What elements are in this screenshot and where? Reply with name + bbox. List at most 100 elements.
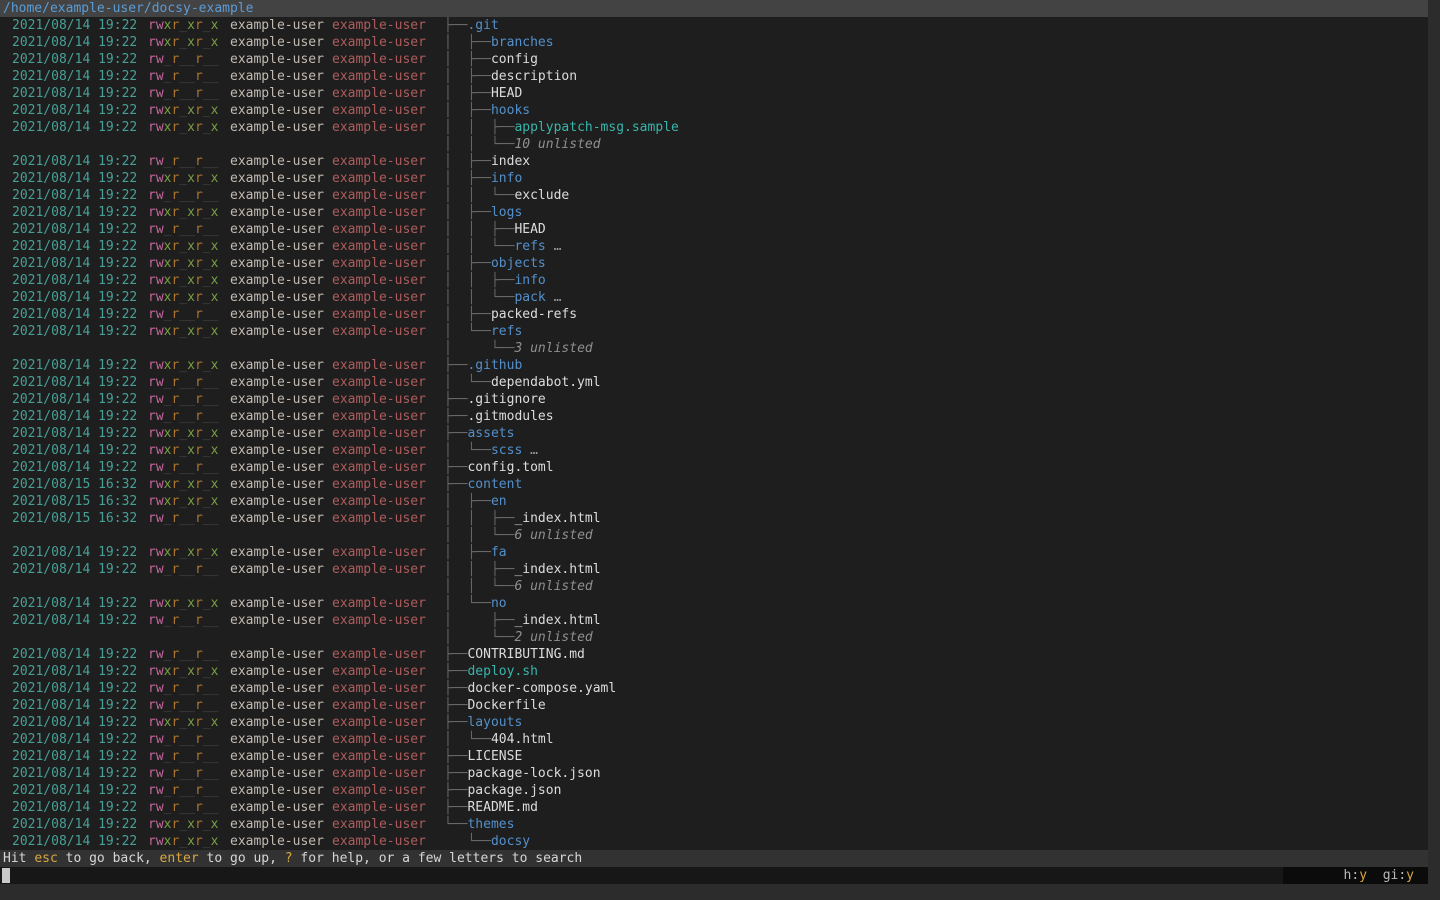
row-modified-datetime: 2021/08/14 19:22 <box>12 289 137 306</box>
tree-row[interactable]: 2021/08/14 19:22rw_r__r__example-userexa… <box>0 799 1428 816</box>
tree-row[interactable]: 2021/08/14 19:22rwxr_xr_xexample-userexa… <box>0 442 1428 459</box>
tree-row[interactable]: 2021/08/14 19:22rw_r__r__example-userexa… <box>0 85 1428 102</box>
tree-cell: ├──.gitmodules <box>444 408 554 425</box>
tree-row[interactable]: 2021/08/14 19:22rwxr_xr_xexample-userexa… <box>0 425 1428 442</box>
tree-row[interactable]: 2021/08/14 19:22rw_r__r__example-userexa… <box>0 68 1428 85</box>
tree-cell: │ │ └──exclude <box>444 187 569 204</box>
tree-row[interactable]: 2021/08/14 19:22rwxr_xr_xexample-userexa… <box>0 595 1428 612</box>
row-permissions: rwxr_xr_x <box>148 425 218 442</box>
tree-branch-lines: │ │ └── <box>444 528 514 543</box>
tree-row[interactable]: 2021/08/15 16:32rw_r__r__example-userexa… <box>0 510 1428 527</box>
tree-row[interactable]: 2021/08/14 19:22rwxr_xr_xexample-userexa… <box>0 289 1428 306</box>
row-permissions: rwxr_xr_x <box>148 102 218 119</box>
broot-terminal-app: /home/example-user/docsy-example 2021/08… <box>0 0 1428 884</box>
tree-row[interactable]: 2021/08/14 19:22rwxr_xr_xexample-userexa… <box>0 119 1428 136</box>
tree-row[interactable]: 2021/08/14 19:22rwxr_xr_xexample-userexa… <box>0 714 1428 731</box>
row-modified-datetime: 2021/08/14 19:22 <box>12 221 137 238</box>
file-name: index <box>491 154 530 169</box>
tree-row[interactable]: 2021/08/14 19:22rwxr_xr_xexample-userexa… <box>0 544 1428 561</box>
row-permissions: rwxr_xr_x <box>148 442 218 459</box>
tree-row[interactable]: 2021/08/14 19:22rwxr_xr_xexample-userexa… <box>0 170 1428 187</box>
tree-row[interactable]: 2021/08/14 19:22rw_r__r__example-userexa… <box>0 221 1428 238</box>
row-group: example-user <box>332 544 426 561</box>
tree-row[interactable]: 2021/08/14 19:22rw_r__r__example-userexa… <box>0 612 1428 629</box>
tree-row[interactable]: │ └──2 unlisted <box>0 629 1428 646</box>
tree-row[interactable]: 2021/08/14 19:22rwxr_xr_xexample-userexa… <box>0 663 1428 680</box>
tree-row[interactable]: 2021/08/14 19:22rw_r__r__example-userexa… <box>0 51 1428 68</box>
tree-row[interactable]: 2021/08/14 19:22rw_r__r__example-userexa… <box>0 731 1428 748</box>
title-bar-path: /home/example-user/docsy-example <box>0 0 1428 17</box>
tree-row[interactable]: 2021/08/14 19:22rw_r__r__example-userexa… <box>0 646 1428 663</box>
tree-row[interactable]: 2021/08/14 19:22rw_r__r__example-userexa… <box>0 748 1428 765</box>
row-group: example-user <box>332 204 426 221</box>
tree-row[interactable]: 2021/08/14 19:22rwxr_xr_xexample-userexa… <box>0 255 1428 272</box>
tree-row[interactable]: │ └──3 unlisted <box>0 340 1428 357</box>
search-input[interactable]: h:y gi:y <box>0 867 1428 884</box>
tree-cell: ├──docker-compose.yaml <box>444 680 616 697</box>
row-permissions: rw_r__r__ <box>148 510 218 527</box>
tree-branch-lines: └── <box>444 834 491 849</box>
tree-row[interactable]: │ │ └──10 unlisted <box>0 136 1428 153</box>
row-group: example-user <box>332 238 426 255</box>
row-permissions: rw_r__r__ <box>148 187 218 204</box>
tree-row[interactable]: 2021/08/15 16:32rwxr_xr_xexample-userexa… <box>0 476 1428 493</box>
tree-row[interactable]: 2021/08/14 19:22rw_r__r__example-userexa… <box>0 153 1428 170</box>
row-group: example-user <box>332 595 426 612</box>
tree-cell: │ └──no <box>444 595 507 612</box>
directory-name: info <box>491 171 522 186</box>
tree-row[interactable]: 2021/08/15 16:32rwxr_xr_xexample-userexa… <box>0 493 1428 510</box>
tree-row[interactable]: 2021/08/14 19:22rw_r__r__example-userexa… <box>0 187 1428 204</box>
tree-row[interactable]: 2021/08/14 19:22rwxr_xr_xexample-userexa… <box>0 34 1428 51</box>
tree-row[interactable]: │ │ └──6 unlisted <box>0 527 1428 544</box>
tree-row[interactable]: 2021/08/14 19:22rw_r__r__example-userexa… <box>0 782 1428 799</box>
row-modified-datetime: 2021/08/14 19:22 <box>12 170 137 187</box>
tree-row[interactable]: 2021/08/14 19:22rw_r__r__example-userexa… <box>0 374 1428 391</box>
tree-branch-lines: └── <box>444 817 467 832</box>
tree-row[interactable]: 2021/08/14 19:22rwxr_xr_xexample-userexa… <box>0 204 1428 221</box>
row-permissions: rwxr_xr_x <box>148 714 218 731</box>
row-group: example-user <box>332 374 426 391</box>
tree-row[interactable]: 2021/08/14 19:22rwxr_xr_xexample-userexa… <box>0 816 1428 833</box>
row-owner: example-user <box>230 816 324 833</box>
tree-row[interactable]: 2021/08/14 19:22rwxr_xr_xexample-userexa… <box>0 17 1428 34</box>
tree-row[interactable]: │ │ └──6 unlisted <box>0 578 1428 595</box>
directory-name: hooks <box>491 103 530 118</box>
row-owner: example-user <box>230 663 324 680</box>
tree-branch-lines: │ │ ├── <box>444 222 514 237</box>
tree-branch-lines: │ ├── <box>444 154 491 169</box>
row-group: example-user <box>332 799 426 816</box>
row-permissions: rwxr_xr_x <box>148 493 218 510</box>
row-modified-datetime: 2021/08/14 19:22 <box>12 425 137 442</box>
tree-row[interactable]: 2021/08/14 19:22rw_r__r__example-userexa… <box>0 459 1428 476</box>
row-owner: example-user <box>230 357 324 374</box>
tree-cell: └──themes <box>444 816 514 833</box>
row-modified-datetime: 2021/08/14 19:22 <box>12 51 137 68</box>
tree-row[interactable]: 2021/08/14 19:22rw_r__r__example-userexa… <box>0 561 1428 578</box>
row-owner: example-user <box>230 748 324 765</box>
tree-branch-lines: │ └── <box>444 596 491 611</box>
row-modified-datetime: 2021/08/14 19:22 <box>12 459 137 476</box>
row-group: example-user <box>332 697 426 714</box>
row-owner: example-user <box>230 204 324 221</box>
tree-row[interactable]: 2021/08/14 19:22rwxr_xr_xexample-userexa… <box>0 272 1428 289</box>
row-permissions: rwxr_xr_x <box>148 833 218 850</box>
tree-row[interactable]: 2021/08/14 19:22rwxr_xr_xexample-userexa… <box>0 357 1428 374</box>
row-modified-datetime: 2021/08/14 19:22 <box>12 595 137 612</box>
tree-row[interactable]: 2021/08/14 19:22rw_r__r__example-userexa… <box>0 306 1428 323</box>
tree-row[interactable]: 2021/08/14 19:22rw_r__r__example-userexa… <box>0 697 1428 714</box>
tree-row[interactable]: 2021/08/14 19:22rw_r__r__example-userexa… <box>0 680 1428 697</box>
tree-branch-lines: ├── <box>444 18 467 33</box>
tree-row[interactable]: 2021/08/14 19:22rwxr_xr_xexample-userexa… <box>0 833 1428 850</box>
row-permissions: rw_r__r__ <box>148 374 218 391</box>
row-owner: example-user <box>230 680 324 697</box>
file-name: description <box>491 69 577 84</box>
unlisted-count: 2 unlisted <box>514 630 592 645</box>
tree-row[interactable]: 2021/08/14 19:22rwxr_xr_xexample-userexa… <box>0 102 1428 119</box>
row-permissions: rwxr_xr_x <box>148 816 218 833</box>
tree-row[interactable]: 2021/08/14 19:22rw_r__r__example-userexa… <box>0 765 1428 782</box>
tree-row[interactable]: 2021/08/14 19:22rw_r__r__example-userexa… <box>0 391 1428 408</box>
tree-row[interactable]: 2021/08/14 19:22rwxr_xr_xexample-userexa… <box>0 238 1428 255</box>
tree-row[interactable]: 2021/08/14 19:22rwxr_xr_xexample-userexa… <box>0 323 1428 340</box>
row-modified-datetime: 2021/08/15 16:32 <box>12 476 137 493</box>
tree-row[interactable]: 2021/08/14 19:22rw_r__r__example-userexa… <box>0 408 1428 425</box>
